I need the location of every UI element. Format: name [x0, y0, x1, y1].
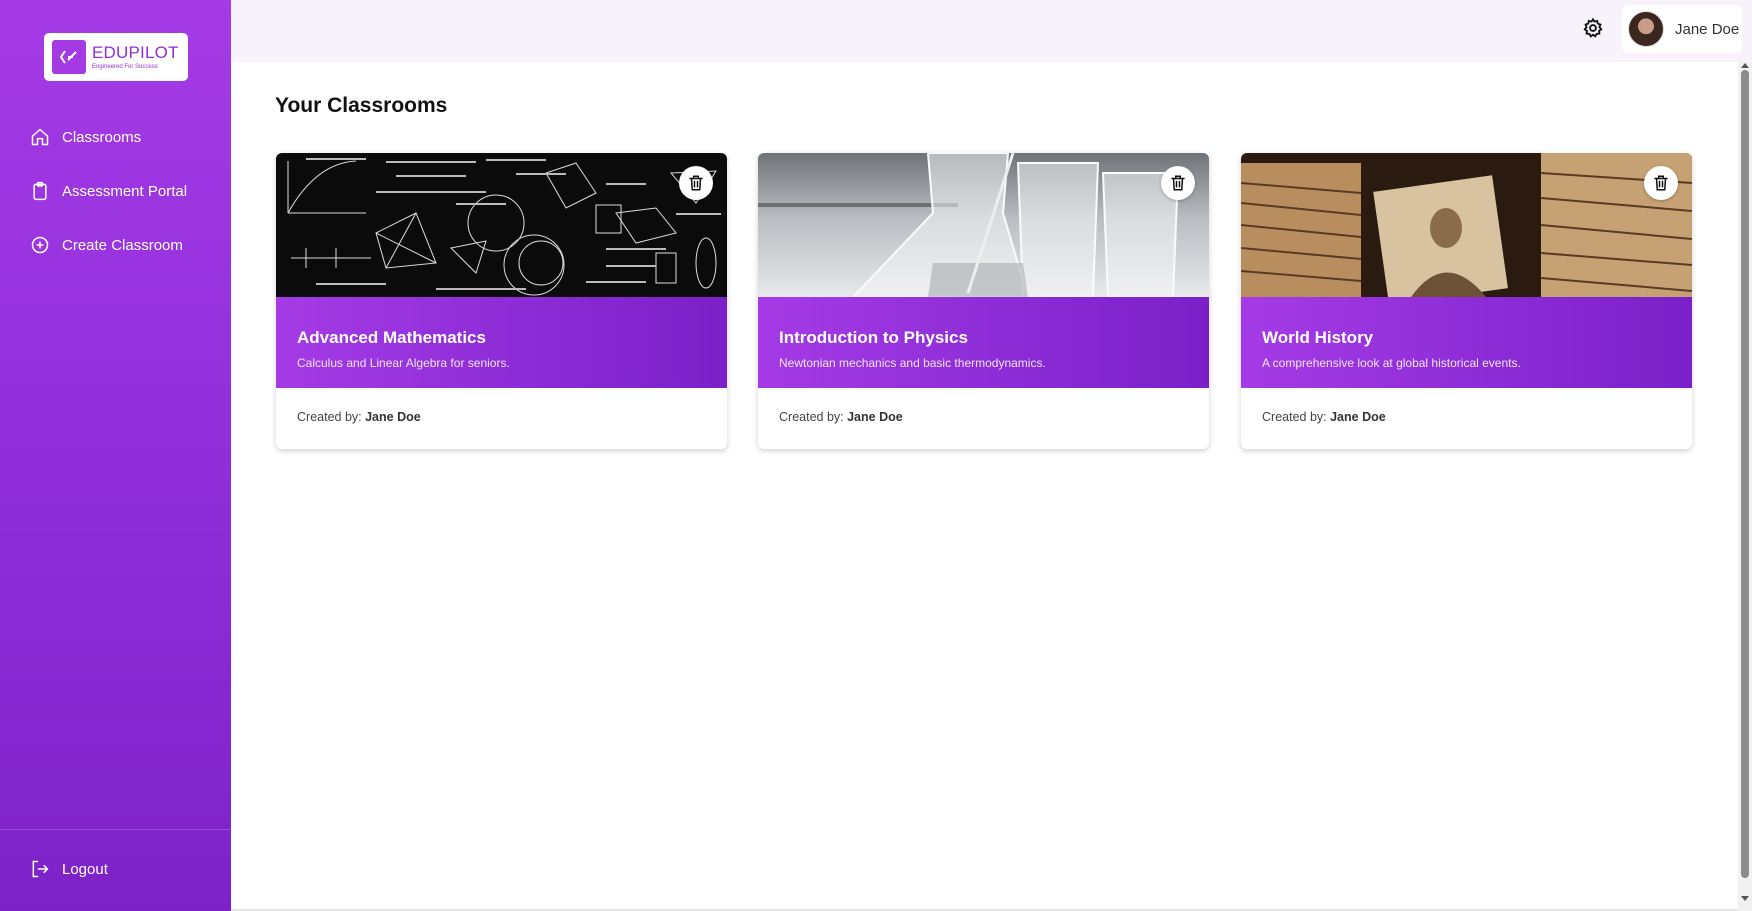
trash-icon — [1171, 175, 1185, 191]
sidebar-item-label: Create Classroom — [62, 236, 183, 254]
scroll-up-arrow-icon[interactable] — [1741, 63, 1749, 68]
creator-name: Jane Doe — [365, 410, 421, 424]
logout-button[interactable]: Logout — [30, 857, 108, 881]
classroom-description: A comprehensive look at global historica… — [1262, 356, 1521, 370]
trash-icon — [1654, 175, 1668, 191]
created-by-label: Created by: — [297, 410, 362, 424]
page-title: Your Classrooms — [275, 94, 448, 117]
classroom-description: Newtonian mechanics and basic thermodyna… — [779, 356, 1046, 370]
classroom-card[interactable]: Introduction to Physics Newtonian mechan… — [758, 153, 1209, 449]
logo-mark-icon — [52, 40, 86, 74]
sidebar: EDUPILOT Engineered For Success Classroo… — [0, 0, 231, 911]
home-icon — [31, 128, 49, 146]
avatar — [1628, 11, 1664, 47]
created-by-label: Created by: — [1262, 410, 1327, 424]
delete-classroom-button[interactable] — [679, 166, 713, 200]
classroom-card[interactable]: World History A comprehensive look at gl… — [1241, 153, 1692, 449]
classroom-title: Advanced Mathematics — [297, 328, 486, 347]
classroom-creator: Created by: Jane Doe — [779, 410, 903, 424]
classroom-cover-image — [758, 153, 1209, 297]
user-menu[interactable]: Jane Doe — [1622, 5, 1742, 53]
created-by-label: Created by: — [779, 410, 844, 424]
scrollbar[interactable] — [1738, 62, 1752, 911]
classroom-card[interactable]: Advanced Mathematics Calculus and Linear… — [276, 153, 727, 449]
delete-classroom-button[interactable] — [1161, 166, 1195, 200]
sidebar-item-label: Classrooms — [62, 128, 142, 146]
logout-icon — [32, 860, 49, 878]
user-name: Jane Doe — [1675, 20, 1740, 38]
logout-label: Logout — [62, 860, 108, 878]
brand-title: EDUPILOT — [92, 43, 179, 62]
creator-name: Jane Doe — [847, 410, 903, 424]
sidebar-item-create-classroom[interactable]: Create Classroom — [30, 233, 183, 257]
classroom-description: Calculus and Linear Algebra for seniors. — [297, 356, 510, 370]
classroom-title: Introduction to Physics — [779, 328, 968, 347]
classroom-creator: Created by: Jane Doe — [297, 410, 421, 424]
gear-icon — [1583, 17, 1603, 38]
clipboard-icon — [33, 181, 47, 201]
settings-button[interactable] — [1582, 17, 1604, 39]
brand-logo[interactable]: EDUPILOT Engineered For Success — [44, 33, 188, 81]
sidebar-item-classrooms[interactable]: Classrooms — [30, 125, 141, 149]
classroom-cover-image — [276, 153, 727, 297]
top-bar — [231, 0, 1752, 62]
sidebar-divider — [0, 829, 231, 830]
brand-tagline: Engineered For Success — [92, 64, 158, 70]
scroll-down-arrow-icon[interactable] — [1741, 896, 1749, 901]
classroom-cover-image — [1241, 153, 1692, 297]
classroom-creator: Created by: Jane Doe — [1262, 410, 1386, 424]
delete-classroom-button[interactable] — [1644, 166, 1678, 200]
classroom-title: World History — [1262, 328, 1374, 347]
trash-icon — [689, 175, 703, 191]
sidebar-item-label: Assessment Portal — [62, 182, 188, 200]
sidebar-item-assessment-portal[interactable]: Assessment Portal — [30, 179, 187, 203]
plus-circle-icon — [31, 236, 49, 254]
scroll-thumb[interactable] — [1741, 70, 1749, 878]
creator-name: Jane Doe — [1330, 410, 1386, 424]
